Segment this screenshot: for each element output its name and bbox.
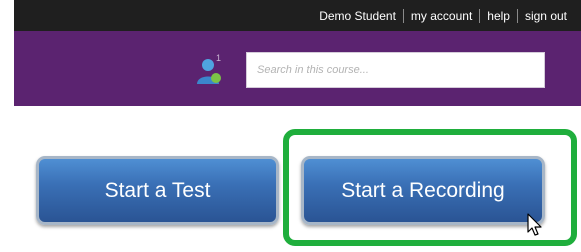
link-divider: [479, 8, 481, 23]
help-link[interactable]: help: [487, 9, 510, 23]
link-divider: [516, 8, 518, 23]
my-account-link[interactable]: my account: [411, 9, 472, 23]
start-test-button[interactable]: Start a Test: [36, 156, 279, 225]
course-header: 1: [14, 31, 581, 106]
mouse-pointer-icon: [527, 213, 542, 236]
course-search-input[interactable]: [246, 52, 545, 88]
top-bar: Demo Student my account help sign out: [14, 0, 581, 31]
start-recording-button[interactable]: Start a Recording: [301, 156, 545, 225]
user-name: Demo Student: [319, 8, 396, 23]
account-links: Demo Student my account help sign out: [319, 8, 567, 23]
sign-out-link[interactable]: sign out: [525, 9, 567, 23]
link-divider: [402, 8, 404, 23]
notification-count: 1: [216, 53, 222, 63]
